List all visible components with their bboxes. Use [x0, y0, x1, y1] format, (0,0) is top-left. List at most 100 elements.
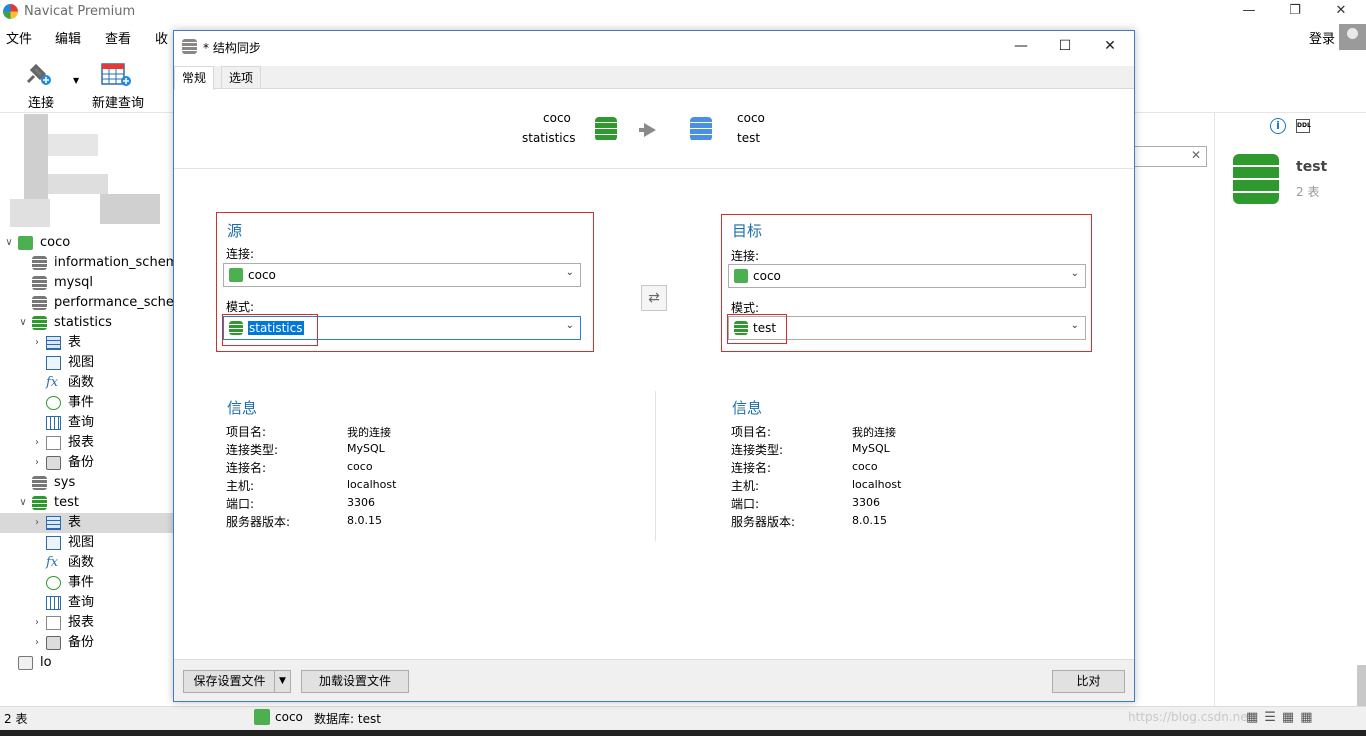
database-active-icon: [32, 496, 47, 510]
tree-item-label: 事件: [68, 575, 95, 590]
chevron-down-icon[interactable]: ∨: [4, 233, 14, 253]
tree-item[interactable]: 查询: [0, 593, 174, 613]
compare-button[interactable]: 比对: [1052, 670, 1125, 693]
menu-edit[interactable]: 编辑: [55, 28, 81, 47]
chevron-down-icon: ⌄: [1070, 268, 1079, 279]
target-info-list: 项目名: 我的连接 连接类型: MySQL 连接名: coco 主机: localhost 端口…: [731, 423, 1031, 533]
status-table-count: 2 表: [4, 712, 28, 726]
connect-dropdown-icon[interactable]: ▼: [73, 76, 79, 85]
tree-item[interactable]: › 表: [0, 513, 174, 533]
tree-item[interactable]: 视图: [0, 353, 174, 373]
database-active-icon: [32, 316, 47, 330]
chevron-right-icon[interactable]: ›: [32, 613, 42, 633]
tree-item-label: 备份: [68, 635, 95, 650]
load-profile-button[interactable]: 加载设置文件: [301, 670, 409, 693]
tree-item[interactable]: 事件: [0, 573, 174, 593]
tree-item[interactable]: information_schema: [0, 253, 174, 273]
save-profile-dropdown-icon[interactable]: ▼: [274, 670, 291, 693]
info-key: 主机:: [226, 479, 255, 493]
dialog-maximize-button[interactable]: ☐: [1043, 35, 1087, 57]
dialog-tabs: 常规 选项: [174, 66, 1134, 90]
chevron-down-icon[interactable]: ∨: [18, 313, 28, 333]
tree-item-label: 备份: [68, 455, 95, 470]
tab-general[interactable]: 常规: [174, 66, 215, 90]
chevron-down-icon[interactable]: ∨: [18, 493, 28, 513]
tree-item[interactable]: ∨ statistics: [0, 313, 174, 333]
info-icon[interactable]: i: [1270, 118, 1286, 134]
chevron-right-icon[interactable]: ›: [32, 333, 42, 353]
event-icon: [46, 396, 61, 410]
tree-item[interactable]: fx 函数: [0, 553, 174, 573]
header-separator: [174, 168, 1134, 169]
dialog-close-button[interactable]: ✕: [1088, 35, 1132, 57]
tree-item[interactable]: mysql: [0, 273, 174, 293]
info-value: 3306: [852, 496, 880, 509]
login-link[interactable]: 登录: [1309, 28, 1335, 47]
swap-button[interactable]: ⇄: [641, 285, 667, 311]
menu-view[interactable]: 查看: [105, 28, 131, 47]
tree-item[interactable]: sys: [0, 473, 174, 493]
chevron-down-icon: ⌄: [565, 267, 574, 278]
menubar: 文件 编辑 查看 收: [0, 24, 174, 48]
source-schema-highlight: [222, 314, 318, 346]
tree-item-label: 函数: [68, 555, 95, 570]
tree-item[interactable]: 视图: [0, 533, 174, 553]
chevron-right-icon[interactable]: ›: [32, 513, 42, 533]
dialog-minimize-button[interactable]: —: [999, 35, 1043, 57]
info-value: 我的连接: [852, 426, 896, 439]
tree-item[interactable]: ∨ test: [0, 493, 174, 513]
target-connection-select[interactable]: coco ⌄: [728, 264, 1086, 288]
source-title: 源: [227, 222, 243, 240]
tree-item[interactable]: 查询: [0, 413, 174, 433]
menu-favorites[interactable]: 收: [155, 28, 168, 47]
watermark: https://blog.csdn.net: [1128, 710, 1253, 724]
restore-button[interactable]: ❐: [1272, 0, 1318, 24]
chevron-right-icon[interactable]: ›: [32, 633, 42, 653]
scrollbar[interactable]: [1357, 665, 1366, 706]
tree-item[interactable]: performance_schema: [0, 293, 174, 313]
selected-object-name: test: [1296, 159, 1328, 175]
tab-options[interactable]: 选项: [221, 66, 262, 89]
mysql-connection-icon: [18, 236, 33, 250]
minimize-button[interactable]: —: [1226, 0, 1272, 24]
tree-item[interactable]: lo: [0, 653, 174, 673]
source-connection-select[interactable]: coco ⌄: [223, 263, 581, 287]
database-icon: [32, 476, 47, 490]
tree-item-label: lo: [40, 655, 52, 670]
close-button[interactable]: ✕: [1318, 0, 1364, 24]
info-value: 8.0.15: [347, 514, 382, 527]
tree-item[interactable]: 事件: [0, 393, 174, 413]
sync-arrow-icon: [644, 123, 656, 137]
tree-item[interactable]: › 备份: [0, 453, 174, 473]
view-mode-icons[interactable]: ▦☰▦▦: [1246, 710, 1319, 725]
save-profile-button[interactable]: 保存设置文件: [183, 670, 275, 693]
avatar[interactable]: [1339, 24, 1366, 50]
app-title: Navicat Premium: [24, 4, 136, 19]
object-search-input[interactable]: ✕: [1134, 146, 1207, 167]
ddl-icon[interactable]: DDL: [1296, 119, 1311, 133]
tree-item[interactable]: fx 函数: [0, 373, 174, 393]
plug-icon: [24, 60, 51, 85]
tree-item[interactable]: › 备份: [0, 633, 174, 653]
tree-item[interactable]: ∨ coco: [0, 233, 174, 253]
tree-item[interactable]: › 报表: [0, 433, 174, 453]
chevron-right-icon[interactable]: ›: [32, 433, 42, 453]
tree-item-label: 表: [68, 515, 82, 530]
new-query-button[interactable]: 新建查询: [92, 56, 148, 111]
tree-item[interactable]: › 表: [0, 333, 174, 353]
source-info-title: 信息: [227, 399, 258, 417]
clear-search-icon[interactable]: ✕: [1191, 148, 1201, 162]
database-large-icon: [1233, 154, 1279, 204]
menu-file[interactable]: 文件: [6, 28, 32, 47]
info-value: MySQL: [852, 442, 890, 455]
tree-item[interactable]: › 报表: [0, 613, 174, 633]
info-key: 服务器版本:: [226, 515, 291, 529]
info-key: 端口:: [731, 497, 760, 511]
info-divider: [655, 391, 656, 541]
info-key: 连接名:: [731, 461, 772, 475]
header-source-connection: coco: [543, 111, 571, 125]
tree-item-label: 事件: [68, 395, 95, 410]
chevron-right-icon[interactable]: ›: [32, 453, 42, 473]
tree-item-label: statistics: [54, 315, 112, 330]
view-icon: [46, 356, 61, 370]
